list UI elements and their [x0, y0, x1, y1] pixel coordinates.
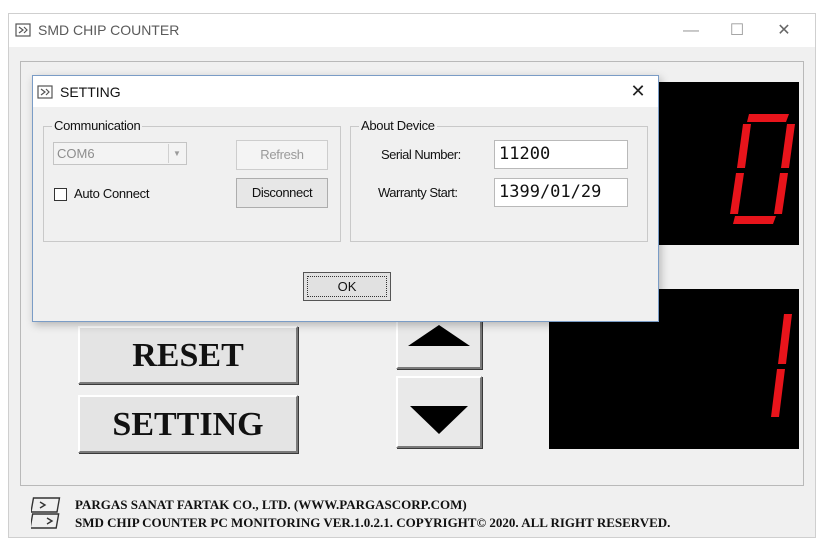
close-button[interactable]: ✕	[761, 14, 807, 47]
app-icon	[37, 85, 53, 99]
auto-connect-checkbox[interactable]	[54, 188, 67, 201]
communication-group-label: Communication	[52, 118, 143, 133]
triangle-up-icon	[408, 325, 470, 346]
setting-button[interactable]: SETTING	[78, 395, 298, 453]
serial-number-label: Serial Number:	[381, 147, 461, 162]
company-logo-icon	[31, 497, 61, 529]
dialog-close-button[interactable]: ✕	[627, 79, 649, 103]
maximize-button[interactable]: ☐	[714, 14, 760, 47]
up-arrow-button[interactable]	[396, 320, 482, 369]
seven-segment-digit-zero	[730, 114, 795, 224]
minimize-button[interactable]: —	[668, 14, 714, 47]
about-device-group-label: About Device	[359, 118, 437, 133]
footer-company-text: PARGAS SANAT FARTAK CO., LTD. (WWW.PARGA…	[75, 497, 467, 512]
warranty-start-field[interactable]: 1399/01/29	[494, 178, 628, 207]
app-icon	[15, 23, 31, 37]
down-arrow-button[interactable]	[396, 376, 482, 448]
chevron-down-icon: ▼	[168, 144, 185, 163]
communication-group: Communication COM6 ▼ Refresh Auto Connec…	[43, 118, 341, 242]
ok-button[interactable]: OK	[303, 272, 391, 301]
about-device-group: About Device Serial Number: 11200 Warran…	[350, 118, 648, 242]
footer-copyright-text: SMD CHIP COUNTER PC MONITORING VER.1.0.2…	[75, 515, 671, 530]
window-title: SMD CHIP COUNTER	[38, 22, 180, 38]
top-counter-display	[657, 82, 799, 245]
disconnect-button[interactable]: Disconnect	[236, 178, 328, 208]
setting-dialog: SETTING ✕ Communication COM6 ▼ Refresh A…	[32, 75, 659, 322]
dialog-title: SETTING	[60, 84, 121, 100]
main-titlebar[interactable]: SMD CHIP COUNTER — ☐ ✕	[9, 14, 815, 47]
triangle-down-icon	[410, 406, 468, 434]
focus-rectangle	[307, 276, 387, 297]
port-select-value: COM6	[57, 146, 95, 161]
dialog-titlebar[interactable]: SETTING ✕	[33, 76, 658, 107]
reset-button[interactable]: RESET	[78, 326, 298, 384]
port-select[interactable]: COM6 ▼	[53, 142, 187, 165]
serial-number-field[interactable]: 11200	[494, 140, 628, 169]
warranty-start-label: Warranty Start:	[378, 185, 458, 200]
refresh-button[interactable]: Refresh	[236, 140, 328, 170]
auto-connect-label[interactable]: Auto Connect	[74, 186, 149, 201]
